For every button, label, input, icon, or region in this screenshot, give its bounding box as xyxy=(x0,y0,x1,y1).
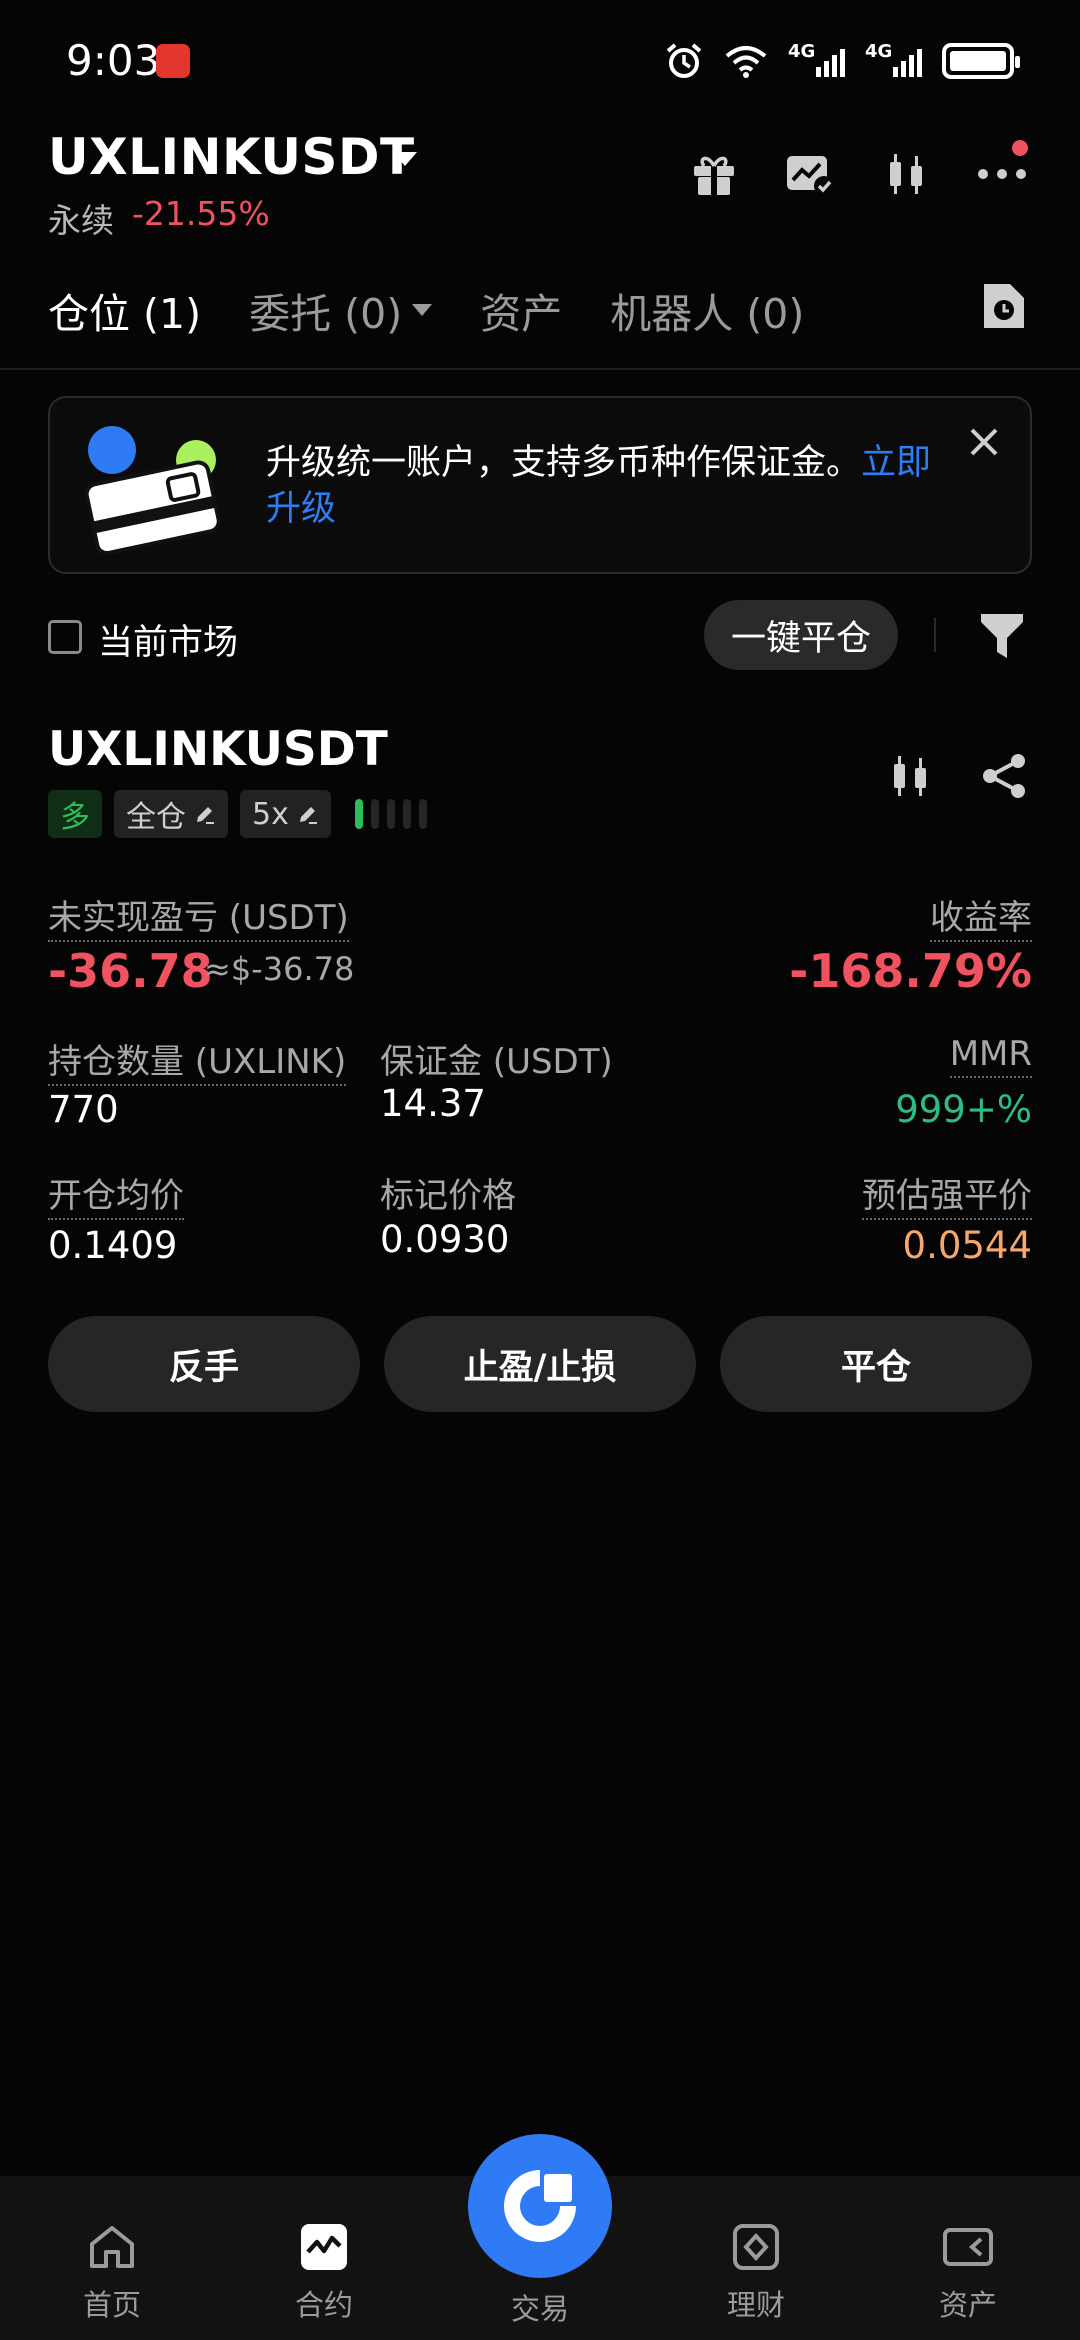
contract-chart-icon xyxy=(301,2224,347,2270)
nav-home[interactable]: 首页 xyxy=(4,2176,220,2340)
position-actions xyxy=(886,752,1028,800)
home-icon xyxy=(90,2226,134,2268)
status-time: 9:03 xyxy=(66,36,161,85)
leverage-badge[interactable]: 5x xyxy=(240,790,331,838)
liquidation-price-value: 0.0544 xyxy=(902,1224,1032,1267)
finance-icon xyxy=(733,2224,779,2270)
wallet-icon xyxy=(84,426,221,554)
mmr-value: 999+% xyxy=(895,1088,1032,1131)
chart-check-icon[interactable] xyxy=(784,148,836,200)
current-market-label[interactable]: 当前市场 xyxy=(98,614,238,665)
pair-selector[interactable]: UXLINKUSDT xyxy=(48,128,415,186)
unrealized-pnl-usd: ≈$-36.78 xyxy=(204,950,355,988)
mark-price-label: 标记价格 xyxy=(380,1176,516,1216)
more-icon[interactable] xyxy=(976,140,1028,200)
divider xyxy=(934,618,936,652)
notification-dot xyxy=(1012,140,1028,156)
app-notification-icon xyxy=(156,44,190,78)
nav-assets[interactable]: 资产 xyxy=(860,2176,1076,2340)
mark-price-value: 0.0930 xyxy=(380,1218,510,1261)
mmr-label: MMR xyxy=(949,1034,1032,1078)
wallet-icon xyxy=(943,2228,993,2266)
edit-icon xyxy=(197,807,214,824)
nav-contract[interactable]: 合约 xyxy=(216,2176,432,2340)
reverse-button[interactable]: 反手 xyxy=(48,1316,360,1412)
margin-value: 14.37 xyxy=(380,1082,486,1125)
close-position-button[interactable]: 平仓 xyxy=(720,1316,1032,1412)
unrealized-pnl-value: -36.78 xyxy=(48,944,213,998)
battery-icon xyxy=(942,43,1020,79)
close-all-button[interactable]: 一键平仓 xyxy=(704,600,898,670)
tab-assets[interactable]: 资产 xyxy=(480,280,562,340)
banner-message: 升级统一账户，支持多币种作保证金。立即升级 xyxy=(266,443,932,529)
entry-price-value: 0.1409 xyxy=(48,1224,178,1267)
history-document-icon[interactable] xyxy=(980,280,1028,332)
trade-button[interactable] xyxy=(468,2134,612,2278)
signal-icon-2: 4G xyxy=(865,41,922,77)
roe-value: -168.79% xyxy=(789,944,1032,998)
contract-type: 永续 xyxy=(48,201,114,240)
wifi-icon xyxy=(725,46,767,78)
quantity-value: 770 xyxy=(48,1088,119,1131)
divider xyxy=(0,368,1080,370)
tab-bots[interactable]: 机器人 (0) xyxy=(610,280,804,340)
unrealized-pnl-label: 未实现盈亏 (USDT) xyxy=(48,890,349,942)
tp-sl-button[interactable]: 止盈/止损 xyxy=(384,1316,696,1412)
position-tabs: 仓位 (1) 委托 (0) 资产 机器人 (0) xyxy=(48,280,804,340)
signal-icon: 4G xyxy=(788,41,845,77)
entry-price-label: 开仓均价 xyxy=(48,1168,184,1220)
position-badges: 多 全仓 5x xyxy=(48,790,427,838)
margin-mode-badge[interactable]: 全仓 xyxy=(114,790,228,838)
liquidation-price-label: 预估强平价 xyxy=(862,1168,1032,1220)
status-indicators: 4G 4G xyxy=(664,38,1020,84)
quantity-label: 持仓数量 (UXLINK) xyxy=(48,1034,347,1086)
header-actions xyxy=(688,140,1028,200)
candlestick-icon[interactable] xyxy=(886,752,934,800)
filter-icon[interactable] xyxy=(978,610,1026,662)
edit-icon xyxy=(299,807,317,824)
price-change: -21.55% xyxy=(132,194,270,233)
gift-icon[interactable] xyxy=(688,148,740,200)
trade-logo-icon xyxy=(504,2170,576,2242)
tab-orders[interactable]: 委托 (0) xyxy=(249,280,433,340)
chevron-down-icon[interactable] xyxy=(393,152,417,166)
upgrade-banner[interactable]: 升级统一账户，支持多币种作保证金。立即升级 xyxy=(48,396,1032,574)
tab-positions[interactable]: 仓位 (1) xyxy=(48,280,201,340)
share-icon[interactable] xyxy=(980,752,1028,800)
alarm-icon xyxy=(666,43,702,78)
roe-label: 收益率 xyxy=(930,890,1032,942)
nav-finance[interactable]: 理财 xyxy=(648,2176,864,2340)
chevron-down-icon xyxy=(412,304,433,316)
risk-level-indicator xyxy=(354,799,427,829)
close-icon[interactable] xyxy=(964,422,1004,462)
position-symbol[interactable]: UXLINKUSDT xyxy=(48,722,388,777)
current-market-checkbox[interactable] xyxy=(48,620,82,654)
nav-trade-label[interactable]: 交易 xyxy=(468,2286,612,2328)
candlestick-icon[interactable] xyxy=(880,148,932,200)
margin-label: 保证金 (USDT) xyxy=(380,1042,613,1082)
side-badge: 多 xyxy=(48,790,102,838)
